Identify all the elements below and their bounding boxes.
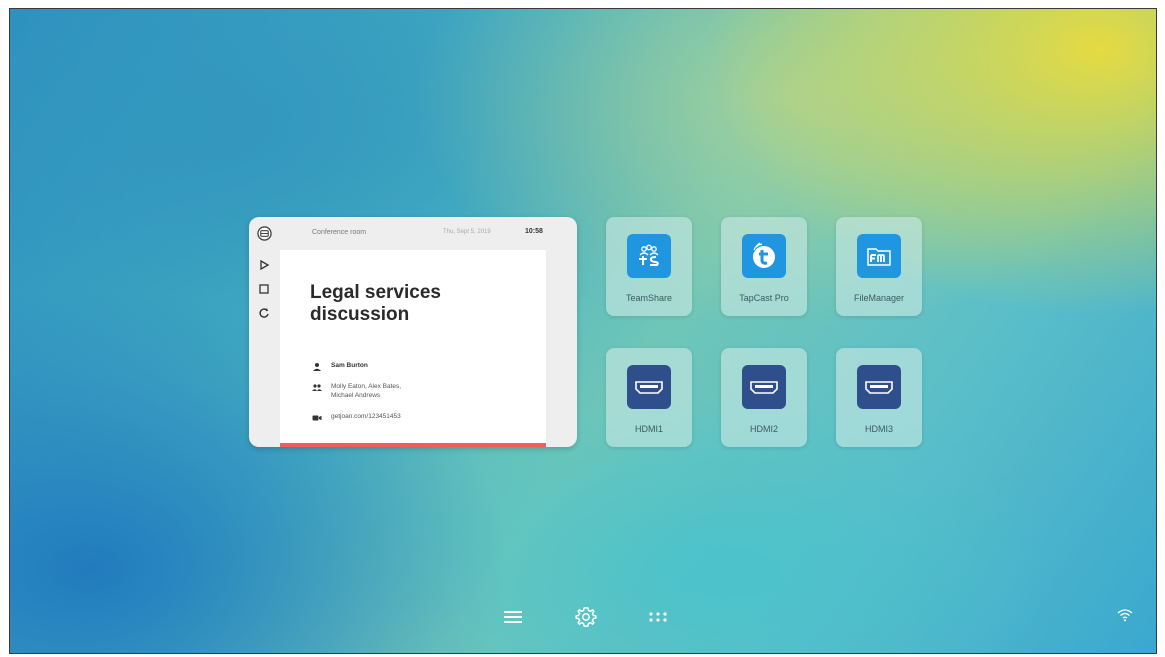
- teamshare-icon: [627, 234, 671, 278]
- filemanager-icon: [857, 234, 901, 278]
- room-name: Conference room: [312, 229, 367, 236]
- hdmi-icon: [627, 365, 671, 409]
- meeting-title: Legal services discussion: [310, 282, 441, 325]
- video-icon: [312, 415, 322, 421]
- attendees-line-1: Molly Eaton, Alex Bates,: [331, 383, 402, 390]
- input-tile-hdmi1[interactable]: HDMI1: [606, 348, 692, 447]
- tapcast-icon: [742, 234, 786, 278]
- meeting-status-bar: [280, 443, 546, 447]
- input-label: HDMI2: [749, 424, 778, 434]
- people-icon: [312, 384, 322, 391]
- input-label: HDMI3: [864, 424, 893, 434]
- app-tile-tapcast-pro[interactable]: TapCast Pro: [721, 217, 807, 316]
- settings-icon[interactable]: [573, 604, 599, 630]
- app-tile-teamshare[interactable]: TeamShare: [606, 217, 692, 316]
- input-tile-hdmi3[interactable]: HDMI3: [836, 348, 922, 447]
- home-screen: Conference room Thu, Sept 5, 2019 10:58 …: [9, 8, 1157, 654]
- app-label: TapCast Pro: [739, 293, 789, 303]
- organizer-row: Sam Burton: [312, 361, 368, 372]
- app-label: TeamShare: [625, 293, 673, 303]
- input-label: HDMI1: [634, 424, 663, 434]
- hdmi-icon: [857, 365, 901, 409]
- refresh-icon[interactable]: [256, 305, 272, 321]
- app-tile-filemanager[interactable]: FileManager: [836, 217, 922, 316]
- app-label: FileManager: [853, 293, 905, 303]
- meeting-link[interactable]: getjoan.com/123451453: [331, 412, 401, 421]
- hdmi-icon: [742, 365, 786, 409]
- meeting-room-widget[interactable]: Conference room Thu, Sept 5, 2019 10:58 …: [249, 217, 577, 447]
- play-icon[interactable]: [256, 257, 272, 273]
- organizer-name: Sam Burton: [331, 362, 368, 369]
- meeting-date: Thu, Sept 5, 2019: [443, 229, 491, 235]
- attendees-line-2: Michael Andrews: [331, 392, 381, 399]
- wifi-icon[interactable]: [1115, 605, 1135, 625]
- person-icon: [313, 363, 321, 371]
- apps-grid-icon[interactable]: [645, 605, 671, 629]
- meeting-details-panel: Legal services discussion Sam Burton Mol…: [280, 250, 546, 443]
- attendees-row: Molly Eaton, Alex Bates, Michael Andrews: [312, 382, 401, 400]
- meeting-time: 10:58: [525, 228, 543, 235]
- menu-icon[interactable]: [501, 605, 525, 629]
- stop-icon[interactable]: [256, 281, 272, 297]
- link-row: getjoan.com/123451453: [312, 412, 401, 423]
- joan-logo-icon: [256, 225, 272, 241]
- input-tile-hdmi2[interactable]: HDMI2: [721, 348, 807, 447]
- card-sidebar: [249, 217, 279, 447]
